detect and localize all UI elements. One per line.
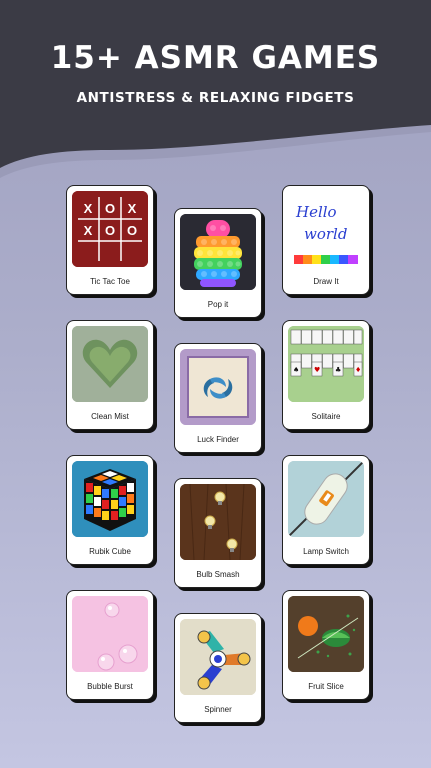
game-card-label: Fruit Slice: [308, 682, 344, 691]
draw-it-word: world: [304, 225, 347, 243]
game-card-tic-tac-toe[interactable]: X O X X O O Tic Tac Toe: [66, 185, 154, 295]
game-card-bubble-burst[interactable]: Bubble Burst: [66, 590, 154, 700]
game-card-label: Luck Finder: [197, 435, 239, 444]
game-card-clean-mist[interactable]: Clean Mist: [66, 320, 154, 430]
tic-tac-toe-thumbnail: X O X X O O: [72, 191, 148, 267]
game-card-rubik-cube[interactable]: Rubik Cube: [66, 455, 154, 565]
game-card-label: Tic Tac Toe: [90, 277, 130, 286]
tic-tac-toe-cell: X: [128, 201, 137, 216]
game-card-solitaire[interactable]: ♠ ♥ ♣ ♦ Solitaire: [282, 320, 370, 430]
game-card-label: Spinner: [204, 705, 232, 714]
svg-text:♦: ♦: [355, 366, 361, 374]
rubik-cube-thumbnail: [72, 461, 148, 537]
game-card-label: Bulb Smash: [196, 570, 240, 579]
tic-tac-toe-cell: O: [127, 223, 137, 238]
bubble-burst-thumbnail: [72, 596, 148, 672]
game-card-lamp-switch[interactable]: Lamp Switch: [282, 455, 370, 565]
solitaire-thumbnail: ♠ ♥ ♣ ♦: [288, 326, 364, 402]
tic-tac-toe-cell: X: [84, 223, 93, 238]
game-card-label: Draw It: [313, 277, 339, 286]
svg-text:♥: ♥: [314, 366, 320, 374]
page-subtitle: ANTISTRESS & RELAXING FIDGETS: [76, 90, 355, 106]
svg-text:♣: ♣: [335, 366, 341, 374]
draw-it-thumbnail: Hello world: [288, 191, 364, 267]
game-card-label: Solitaire: [311, 412, 341, 421]
tic-tac-toe-cell: O: [105, 223, 115, 238]
game-card-label: Pop it: [207, 300, 229, 309]
game-card-pop-it[interactable]: Pop it: [174, 208, 262, 318]
game-card-spinner[interactable]: Spinner: [174, 613, 262, 723]
lamp-switch-thumbnail: [288, 461, 364, 537]
tic-tac-toe-cell: O: [105, 201, 115, 216]
game-card-label: Bubble Burst: [87, 682, 133, 691]
game-card-draw-it[interactable]: Hello world Draw It: [282, 185, 370, 295]
pop-it-thumbnail: [180, 214, 256, 290]
game-card-fruit-slice[interactable]: Fruit Slice: [282, 590, 370, 700]
game-card-label: Lamp Switch: [303, 547, 349, 556]
page-title: 15+ ASMR GAMES: [50, 40, 381, 76]
luck-finder-thumbnail: [180, 349, 256, 425]
tic-tac-toe-cell: X: [84, 201, 93, 216]
svg-text:♠: ♠: [293, 366, 299, 374]
game-card-label: Rubik Cube: [89, 547, 131, 556]
header-banner: 15+ ASMR GAMES ANTISTRESS & RELAXING FID…: [0, 0, 431, 180]
spinner-thumbnail: [180, 619, 256, 695]
fruit-slice-thumbnail: [288, 596, 364, 672]
game-card-luck-finder[interactable]: Luck Finder: [174, 343, 262, 453]
game-card-label: Clean Mist: [91, 412, 129, 421]
game-card-bulb-smash[interactable]: Bulb Smash: [174, 478, 262, 588]
draw-it-word: Hello: [295, 203, 337, 221]
bulb-smash-thumbnail: [180, 484, 256, 560]
clean-mist-thumbnail: [72, 326, 148, 402]
